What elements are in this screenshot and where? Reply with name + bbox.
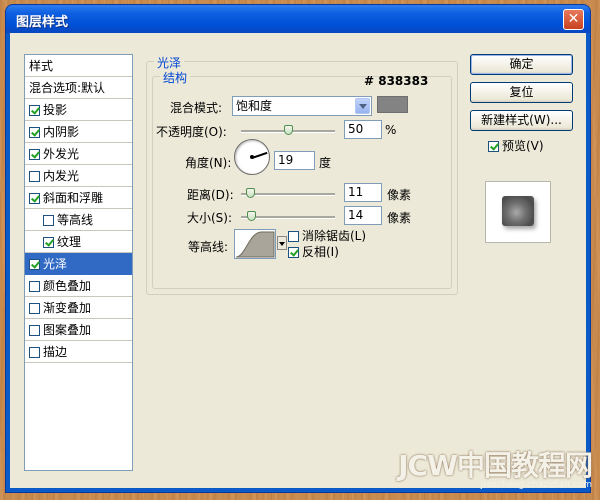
- angle-input[interactable]: 19: [274, 151, 315, 170]
- preview-swatch: [502, 196, 534, 226]
- style-list-item[interactable]: 光泽: [25, 253, 132, 275]
- checkbox-icon[interactable]: [43, 215, 54, 226]
- style-list-item[interactable]: 投影: [25, 99, 132, 121]
- checkbox-icon: [488, 141, 499, 152]
- angle-dial-center: [250, 155, 254, 159]
- checkbox-icon[interactable]: [29, 281, 40, 292]
- angle-unit: 度: [319, 156, 332, 170]
- close-button[interactable]: ✕: [563, 9, 584, 30]
- opacity-slider[interactable]: [241, 125, 335, 135]
- style-list-item-label: 混合选项:默认: [29, 81, 106, 95]
- blend-mode-label: 混合模式:: [170, 101, 223, 115]
- style-list-item[interactable]: 渐变叠加: [25, 297, 132, 319]
- checkbox-icon[interactable]: [29, 127, 40, 138]
- preview-checkbox[interactable]: 预览(V): [488, 137, 544, 154]
- checkbox-icon[interactable]: [29, 259, 40, 270]
- style-list-item[interactable]: 斜面和浮雕: [25, 187, 132, 209]
- angle-needle: [251, 151, 268, 159]
- checkbox-icon: [288, 247, 299, 258]
- distance-slider-handle[interactable]: [246, 188, 255, 198]
- distance-unit: 像素: [387, 188, 412, 202]
- style-list-item[interactable]: 等高线: [25, 209, 132, 231]
- structure-group-title: 结构: [160, 69, 191, 86]
- layer-style-dialog: 图层样式 ✕ 样式混合选项:默认投影内阴影外发光内发光斜面和浮雕等高线纹理光泽颜…: [6, 5, 590, 492]
- color-hex-label: # 838383: [364, 74, 429, 88]
- checkbox-icon[interactable]: [29, 193, 40, 204]
- size-unit: 像素: [387, 211, 412, 225]
- blend-mode-select[interactable]: 饱和度: [232, 96, 372, 116]
- size-label: 大小(S):: [187, 211, 233, 225]
- style-list-item-label: 描边: [43, 345, 68, 359]
- ok-button[interactable]: 确定: [470, 54, 573, 75]
- style-list-item-label: 外发光: [43, 147, 80, 161]
- styles-list: 样式混合选项:默认投影内阴影外发光内发光斜面和浮雕等高线纹理光泽颜色叠加渐变叠加…: [24, 54, 133, 471]
- style-list-item-label: 样式: [29, 59, 54, 73]
- checkbox-icon[interactable]: [29, 171, 40, 182]
- size-slider[interactable]: [241, 211, 335, 221]
- contour-curve-icon: [235, 231, 275, 258]
- style-list-item-label: 纹理: [57, 235, 82, 249]
- style-list-item-label: 渐变叠加: [43, 301, 92, 315]
- contour-picker[interactable]: [234, 229, 287, 259]
- blend-mode-value: 饱和度: [236, 99, 273, 113]
- checkbox-icon[interactable]: [29, 303, 40, 314]
- title-bar[interactable]: 图层样式 ✕: [6, 5, 590, 33]
- style-preview: [485, 181, 551, 243]
- watermark-logo: JCW中国教程网: [398, 449, 593, 482]
- style-list-item-label: 斜面和浮雕: [43, 191, 104, 205]
- style-list-item-label: 内阴影: [43, 125, 80, 139]
- opacity-label: 不透明度(O):: [156, 125, 227, 139]
- checkbox-icon[interactable]: [29, 105, 40, 116]
- contour-dropdown-arrow[interactable]: [277, 236, 287, 250]
- style-list-item-label: 等高线: [57, 213, 94, 227]
- invert-checkbox[interactable]: 反相(I): [288, 243, 339, 260]
- chevron-down-icon: [355, 98, 370, 114]
- preview-label: 预览(V): [502, 139, 544, 153]
- distance-label: 距离(D):: [187, 188, 234, 202]
- style-list-item[interactable]: 描边: [25, 341, 132, 363]
- style-list-item[interactable]: 颜色叠加: [25, 275, 132, 297]
- style-list-item-label: 投影: [43, 103, 68, 117]
- style-list-item-label: 光泽: [43, 257, 68, 271]
- angle-label: 角度(N):: [185, 156, 232, 170]
- size-slider-handle[interactable]: [247, 211, 256, 221]
- close-icon: ✕: [567, 11, 580, 27]
- style-list-item[interactable]: 纹理: [25, 231, 132, 253]
- dialog-title: 图层样式: [16, 15, 69, 30]
- dialog-body: 样式混合选项:默认投影内阴影外发光内发光斜面和浮雕等高线纹理光泽颜色叠加渐变叠加…: [10, 33, 586, 488]
- size-input[interactable]: 14: [344, 206, 382, 225]
- opacity-slider-handle[interactable]: [284, 125, 293, 135]
- site-watermark: JCW中国教程网 jiaocheng.chazidian.com: [398, 449, 593, 490]
- style-list-item-label: 内发光: [43, 169, 80, 183]
- style-list-item[interactable]: 样式: [25, 55, 132, 77]
- style-list-item[interactable]: 内发光: [25, 165, 132, 187]
- watermark-url: jiaocheng.chazidian.com: [480, 480, 592, 490]
- style-list-item[interactable]: 内阴影: [25, 121, 132, 143]
- checkbox-icon[interactable]: [43, 237, 54, 248]
- style-list-item-label: 图案叠加: [43, 323, 92, 337]
- opacity-unit: %: [385, 123, 397, 137]
- invert-label: 反相(I): [302, 245, 339, 259]
- distance-slider[interactable]: [241, 188, 335, 198]
- anti-alias-label: 消除锯齿(L): [302, 229, 367, 243]
- reset-button[interactable]: 复位: [470, 82, 573, 103]
- checkbox-icon: [288, 231, 299, 242]
- style-list-item[interactable]: 图案叠加: [25, 319, 132, 341]
- checkbox-icon[interactable]: [29, 347, 40, 358]
- checkbox-icon[interactable]: [29, 325, 40, 336]
- anti-alias-checkbox[interactable]: 消除锯齿(L): [288, 227, 366, 244]
- style-list-item[interactable]: 混合选项:默认: [25, 77, 132, 99]
- opacity-input[interactable]: 50: [344, 120, 382, 139]
- style-list-item[interactable]: 外发光: [25, 143, 132, 165]
- distance-input[interactable]: 11: [344, 183, 382, 202]
- angle-dial[interactable]: [234, 139, 270, 175]
- new-style-button[interactable]: 新建样式(W)...: [470, 110, 573, 131]
- contour-label: 等高线:: [188, 240, 229, 254]
- checkbox-icon[interactable]: [29, 149, 40, 160]
- satin-color-swatch[interactable]: [377, 96, 408, 113]
- style-list-item-label: 颜色叠加: [43, 279, 92, 293]
